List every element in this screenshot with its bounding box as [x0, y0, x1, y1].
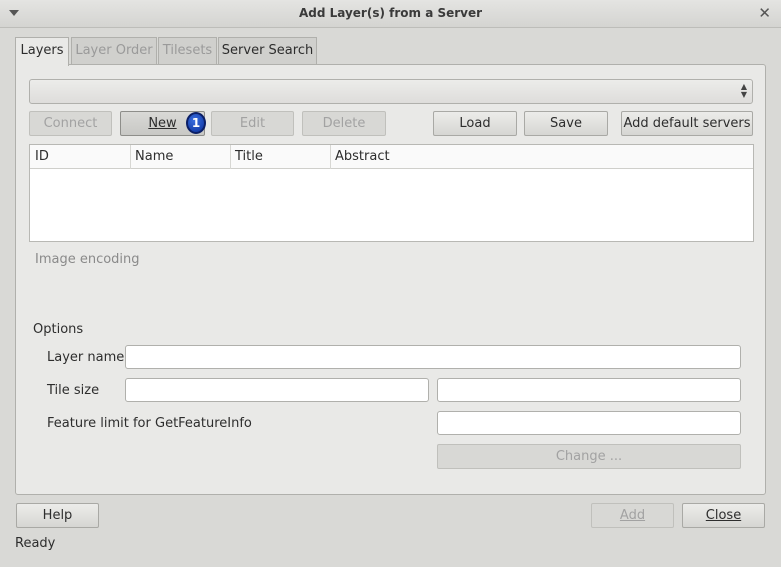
server-connection-combo[interactable]: ▲ ▼: [29, 79, 753, 104]
edit-button[interactable]: Edit: [211, 111, 294, 136]
table-header: ID Name Title Abstract: [30, 145, 753, 169]
add-default-servers-button[interactable]: Add default servers: [621, 111, 753, 136]
title-bar: Add Layer(s) from a Server ✕: [0, 0, 781, 28]
column-divider: [230, 145, 231, 169]
close-window-icon[interactable]: ✕: [758, 4, 771, 22]
feature-limit-label: Feature limit for GetFeatureInfo: [47, 416, 252, 431]
tile-height-input[interactable]: [437, 378, 741, 402]
tile-width-input[interactable]: [125, 378, 429, 402]
save-button[interactable]: Save: [524, 111, 608, 136]
options-heading: Options: [33, 322, 84, 337]
add-button-label: Add: [619, 508, 646, 523]
tab-tilesets[interactable]: Tilesets: [158, 37, 217, 65]
layers-table[interactable]: ID Name Title Abstract: [29, 144, 754, 242]
new-button-label: New: [148, 116, 177, 131]
tab-layers[interactable]: Layers: [15, 37, 69, 66]
window-title: Add Layer(s) from a Server: [298, 6, 483, 20]
help-button[interactable]: Help: [16, 503, 99, 528]
image-encoding-label: Image encoding: [35, 252, 140, 267]
load-button[interactable]: Load: [433, 111, 517, 136]
tab-layer-order[interactable]: Layer Order: [71, 37, 157, 65]
column-header-abstract[interactable]: Abstract: [335, 149, 390, 164]
connect-button[interactable]: Connect: [29, 111, 112, 136]
step-badge: 1: [186, 112, 206, 134]
add-button[interactable]: Add: [591, 503, 674, 528]
combo-arrows-icon: ▲ ▼: [740, 82, 747, 99]
close-button-label: Close: [705, 508, 742, 523]
layer-name-input[interactable]: [125, 345, 741, 369]
tile-size-label: Tile size: [47, 383, 100, 398]
column-divider: [130, 145, 131, 169]
column-header-name[interactable]: Name: [135, 149, 173, 164]
tab-server-search[interactable]: Server Search: [218, 37, 317, 65]
column-header-title[interactable]: Title: [235, 149, 263, 164]
column-divider: [330, 145, 331, 169]
feature-limit-input[interactable]: [437, 411, 741, 435]
status-text: Ready: [15, 536, 56, 551]
change-button[interactable]: Change ...: [437, 444, 741, 469]
column-header-id[interactable]: ID: [35, 149, 49, 164]
layers-panel: ▲ ▼ Connect New Edit Delete Load Save Add…: [15, 64, 766, 495]
layer-name-label: Layer name: [47, 350, 125, 365]
close-button[interactable]: Close: [682, 503, 765, 528]
delete-button[interactable]: Delete: [302, 111, 386, 136]
